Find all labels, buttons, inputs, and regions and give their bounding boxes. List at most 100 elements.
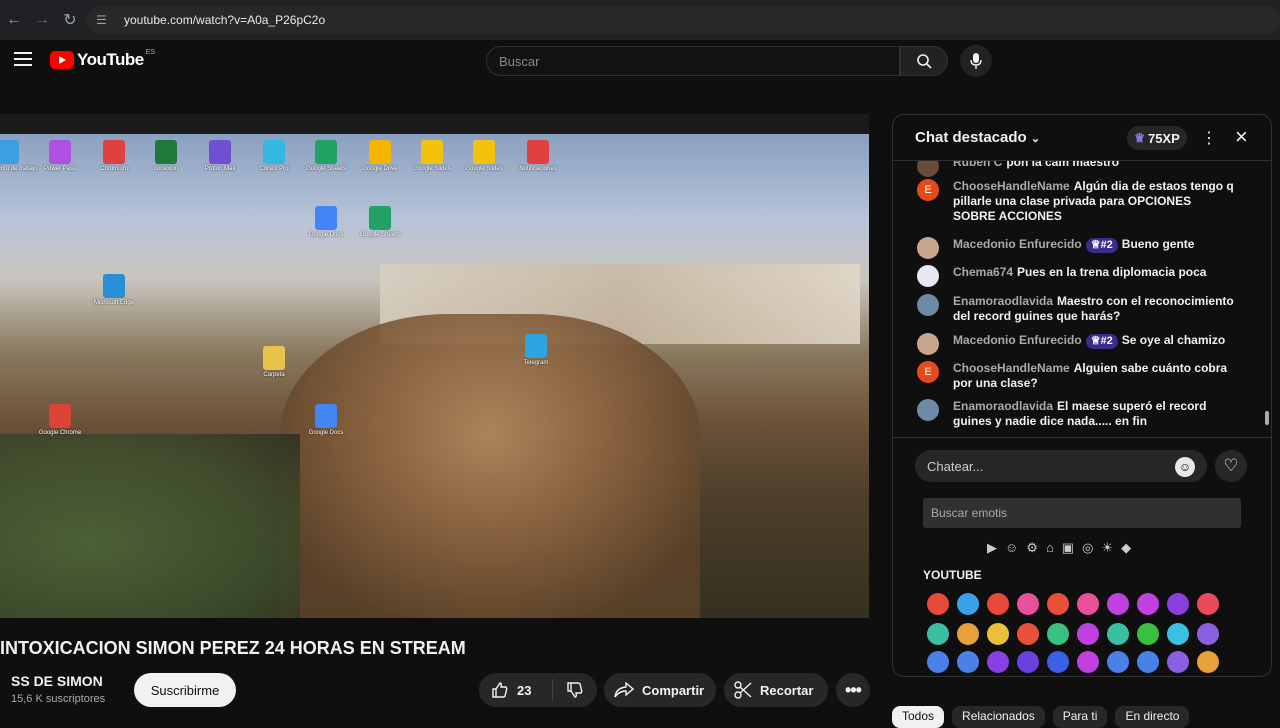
desktop-icon: Google Slides [454, 140, 514, 173]
chat-author[interactable]: Enamoraodlavida [953, 399, 1053, 413]
like-button[interactable]: 23 [479, 679, 553, 701]
chat-options-icon[interactable]: ⋮ [1201, 128, 1217, 148]
chat-author[interactable]: ChooseHandleName [953, 361, 1070, 375]
chat-author[interactable]: Macedonio Enfurecido [953, 333, 1082, 347]
emoji-button[interactable] [1077, 651, 1099, 673]
emoji-button[interactable] [1167, 623, 1189, 645]
share-button[interactable]: Compartir [604, 673, 716, 707]
filter-chip[interactable]: Todos [892, 706, 945, 728]
search-input[interactable]: Buscar [486, 46, 900, 76]
forward-icon[interactable]: → [28, 6, 56, 34]
hamburger-menu-icon[interactable] [14, 52, 32, 66]
emoji-button[interactable] [957, 593, 979, 615]
address-bar[interactable]: ☰ youtube.com/watch?v=A0a_P26pC2o [86, 6, 1280, 34]
emoji-button[interactable] [1077, 623, 1099, 645]
emoji-button[interactable] [1137, 623, 1159, 645]
emoji-button[interactable] [987, 593, 1009, 615]
filter-chip[interactable]: Relacionados [952, 706, 1045, 728]
chat-author[interactable]: Macedonio Enfurecido [953, 237, 1082, 251]
close-icon[interactable]: × [1235, 124, 1248, 150]
avatar[interactable] [917, 237, 939, 259]
channel-name[interactable]: SS DE SIMON [11, 673, 103, 689]
thumbs-up-icon [492, 682, 508, 698]
emoji-button[interactable] [1047, 623, 1069, 645]
emoji-button[interactable] [1137, 593, 1159, 615]
filter-chip[interactable]: En directo [1115, 706, 1190, 728]
chat-author[interactable]: Enamoraodlavida [953, 294, 1053, 308]
emoji-button[interactable] [987, 623, 1009, 645]
desktop-app-icon [525, 334, 547, 358]
emoji-button[interactable] [1107, 593, 1129, 615]
chat-message-text: Bueno gente [1121, 237, 1195, 251]
emoji-button[interactable] [1017, 623, 1039, 645]
video-player[interactable]: Documento de trabajoPower PassChromiumco… [0, 134, 869, 618]
emoji-button[interactable] [1077, 593, 1099, 615]
diamond-icon[interactable]: ◆ [1121, 540, 1131, 556]
avatar[interactable] [917, 399, 939, 421]
avatar[interactable] [917, 294, 939, 316]
emoji-button[interactable] [1197, 651, 1219, 673]
basketball-icon[interactable]: ◎ [1082, 540, 1093, 556]
emoji-button[interactable] [957, 651, 979, 673]
emoji-picker-icon[interactable]: ☺ [1175, 457, 1195, 477]
voice-search-button[interactable] [960, 45, 992, 77]
emoji-button[interactable] [1137, 651, 1159, 673]
more-actions-button[interactable]: ••• [836, 673, 870, 707]
chat-compose-area: Chatear... ☺ ♡ Buscar emotis ▶ ☺ ⚙ ⌂ ▣ ◎ ☀ ◆ YO… [893, 437, 1271, 676]
logo-text: YouTube [77, 50, 144, 69]
emoji-button[interactable] [957, 623, 979, 645]
youtube-icon[interactable]: ▶ [987, 540, 997, 556]
chat-scrollbar-thumb[interactable] [1265, 411, 1269, 425]
emoji-button[interactable] [1167, 651, 1189, 673]
heart-icon[interactable]: ♡ [1215, 450, 1247, 482]
desktop-app-icon [315, 140, 337, 164]
emoji-button[interactable] [1047, 651, 1069, 673]
chat-author[interactable]: Ruben C [953, 161, 1002, 169]
emoji-button[interactable] [1107, 651, 1129, 673]
gear-icon[interactable]: ⚙ [1026, 540, 1038, 556]
desktop-icon-label: conexion [153, 166, 179, 172]
emoji-button[interactable] [927, 651, 949, 673]
emoji-button[interactable] [1167, 593, 1189, 615]
chat-scrollbar[interactable] [1263, 165, 1269, 435]
avatar[interactable]: E [917, 179, 939, 201]
emoji-button[interactable] [1047, 593, 1069, 615]
emoji-button[interactable] [1197, 623, 1219, 645]
clip-button[interactable]: Recortar [724, 673, 828, 707]
smiley-icon[interactable]: ☺ [1005, 540, 1018, 556]
chat-mode-selector[interactable]: Chat destacado ⌄ [915, 129, 1040, 146]
search-button[interactable] [900, 46, 948, 76]
lightbulb-icon[interactable]: ☀ [1101, 540, 1113, 556]
emoji-button[interactable] [927, 623, 949, 645]
emoji-search-input[interactable]: Buscar emotis [923, 498, 1241, 528]
microphone-icon [970, 53, 982, 69]
back-icon[interactable]: ← [0, 6, 28, 34]
chat-author[interactable]: Chema674 [953, 265, 1013, 279]
reload-icon[interactable]: ↻ [56, 6, 84, 34]
car-icon[interactable]: ▣ [1062, 540, 1074, 556]
building-icon[interactable]: ⌂ [1046, 540, 1054, 556]
avatar[interactable]: E [917, 361, 939, 383]
desktop-icon-label: Microsoft Edge [93, 300, 135, 306]
desktop-icon: Chromium [84, 140, 144, 173]
emoji-button[interactable] [1107, 623, 1129, 645]
chat-message-text: pon la cam maestro [1006, 161, 1120, 169]
chat-author[interactable]: ChooseHandleName [953, 179, 1070, 193]
site-settings-icon[interactable]: ☰ [96, 13, 114, 27]
emoji-button[interactable] [1017, 651, 1039, 673]
desktop-icon-label: Google Slides [413, 166, 451, 172]
emoji-button[interactable] [1197, 593, 1219, 615]
avatar[interactable] [917, 161, 939, 177]
emoji-button[interactable] [1017, 593, 1039, 615]
emoji-search-placeholder: Buscar emotis [931, 506, 1008, 520]
xp-badge[interactable]: ♕ 75XP [1127, 126, 1187, 150]
filter-chip[interactable]: Para ti [1052, 706, 1108, 728]
chat-input[interactable]: Chatear... [915, 450, 1207, 482]
subscribe-button[interactable]: Suscribirme [134, 673, 236, 707]
dislike-button[interactable] [553, 681, 597, 699]
youtube-logo[interactable]: YouTube ES [50, 49, 155, 70]
emoji-button[interactable] [927, 593, 949, 615]
emoji-button[interactable] [987, 651, 1009, 673]
avatar[interactable] [917, 333, 939, 355]
avatar[interactable] [917, 265, 939, 287]
